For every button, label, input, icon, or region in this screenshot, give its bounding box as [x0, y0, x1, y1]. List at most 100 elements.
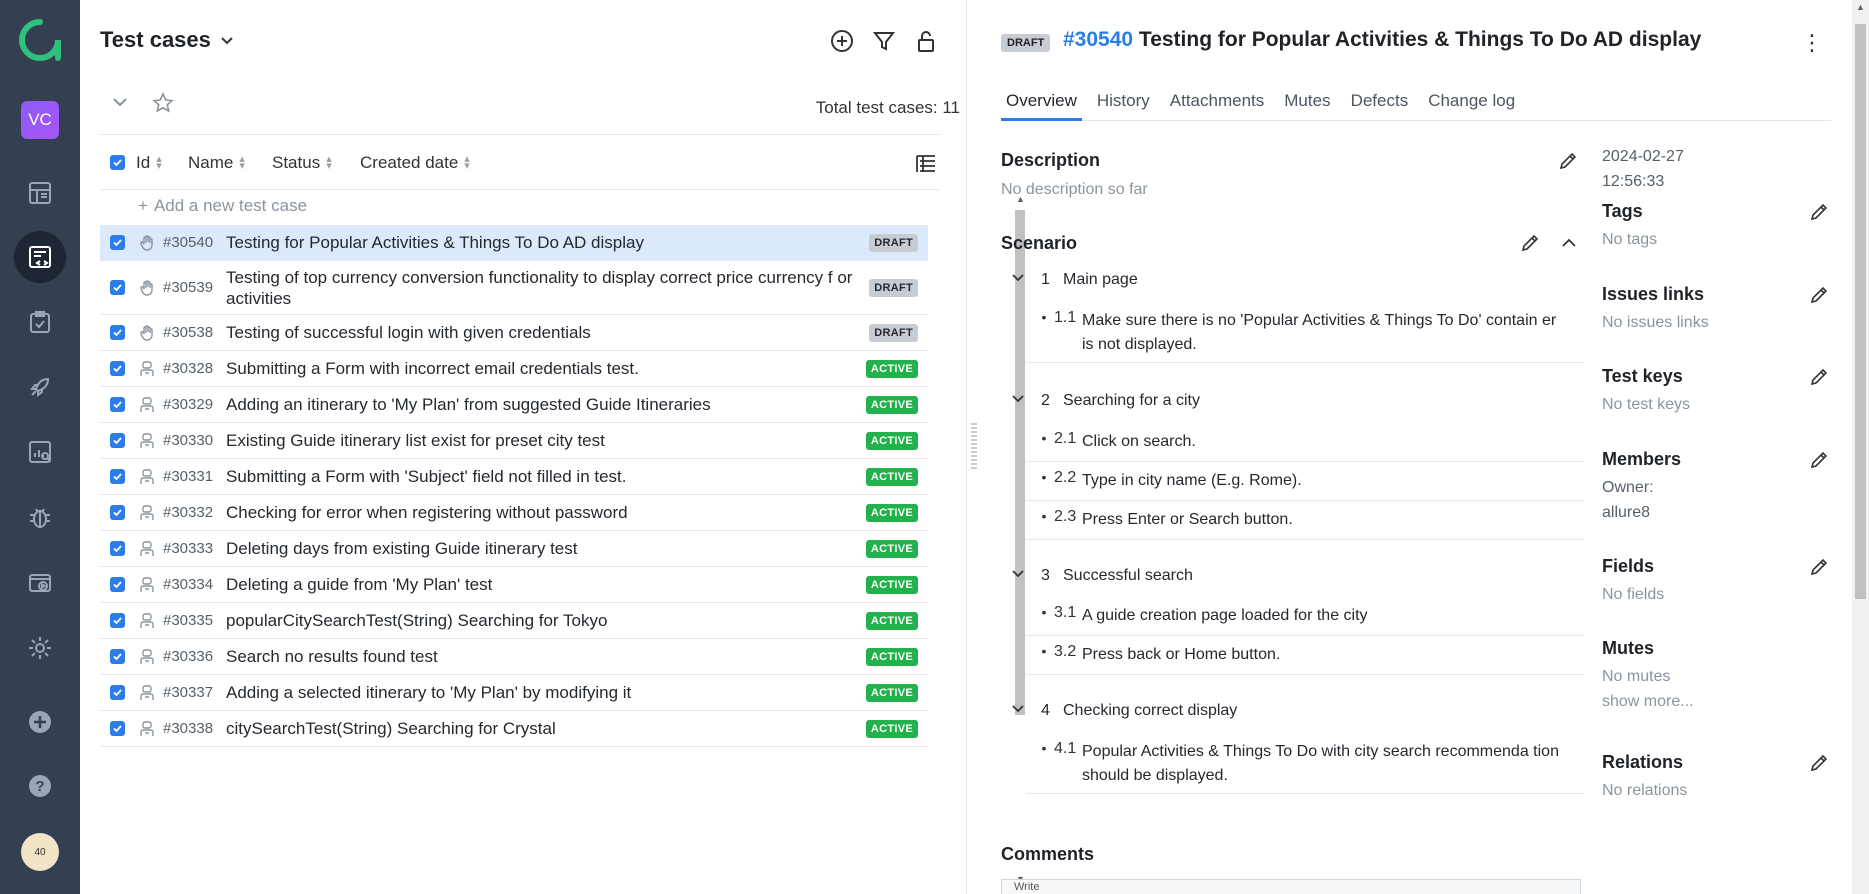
- sub-step[interactable]: • 2.3 Press Enter or Search button.: [1026, 502, 1584, 540]
- row-checkbox[interactable]: [110, 235, 125, 250]
- table-row[interactable]: #30338 citySearchTest(String) Searching f…: [100, 711, 928, 747]
- tab-mutes[interactable]: Mutes: [1279, 88, 1335, 121]
- help-icon[interactable]: ?: [14, 760, 66, 812]
- chevron-down-icon: [221, 37, 233, 45]
- tab-history[interactable]: History: [1092, 88, 1155, 121]
- add-circle-icon[interactable]: [829, 28, 855, 54]
- star-icon[interactable]: [152, 92, 174, 114]
- tab-defects[interactable]: Defects: [1346, 88, 1414, 121]
- tree-view-icon[interactable]: [914, 152, 938, 176]
- settings-icon[interactable]: [14, 622, 66, 674]
- collapse-scenario-icon[interactable]: [1559, 233, 1579, 253]
- edit-issues-icon[interactable]: [1809, 285, 1829, 305]
- row-checkbox[interactable]: [110, 280, 125, 295]
- scenario-step[interactable]: 3 Successful search: [1011, 566, 1193, 585]
- chevron-down-icon[interactable]: [1011, 391, 1027, 410]
- table-row[interactable]: #30328 Submitting a Form with incorrect e…: [100, 351, 928, 387]
- page-scroll-up-icon[interactable]: ▲: [1856, 2, 1865, 12]
- table-row[interactable]: #30539 Testing of top currency conversion…: [100, 261, 928, 315]
- list-title: Test cases: [100, 27, 211, 52]
- table-row[interactable]: #30331 Submitting a Form with 'Subject' f…: [100, 459, 928, 495]
- edit-relations-icon[interactable]: [1809, 753, 1829, 773]
- row-checkbox[interactable]: [110, 469, 125, 484]
- row-status-badge: ACTIVE: [865, 719, 918, 738]
- table-row[interactable]: #30335 popularCitySearchTest(String) Sear…: [100, 603, 928, 639]
- tab-overview[interactable]: Overview: [1001, 88, 1082, 121]
- page-scrollbar-thumb[interactable]: [1855, 24, 1866, 599]
- table-row[interactable]: #30337 Adding a selected itinerary to 'My…: [100, 675, 928, 711]
- analytics-icon[interactable]: [14, 426, 66, 478]
- expand-chevron-icon[interactable]: [110, 92, 130, 112]
- test-cases-icon[interactable]: [14, 231, 66, 283]
- page-scrollbar[interactable]: ▲: [1852, 0, 1869, 894]
- sort-icon: ▴ ▾: [156, 153, 162, 172]
- list-title-dropdown[interactable]: Test cases: [100, 27, 235, 53]
- jobs-icon[interactable]: [14, 557, 66, 609]
- edit-keys-icon[interactable]: [1809, 367, 1829, 387]
- user-avatar[interactable]: 40: [21, 833, 59, 871]
- column-created[interactable]: Created date ▴ ▾: [360, 153, 470, 173]
- edit-scenario-icon[interactable]: [1520, 233, 1540, 253]
- comment-editor[interactable]: Write: [1001, 879, 1581, 894]
- row-id: #30329: [163, 396, 214, 413]
- allure-logo[interactable]: [18, 18, 62, 62]
- column-status[interactable]: Status ▴ ▾: [272, 153, 332, 173]
- edit-description-icon[interactable]: [1558, 151, 1578, 171]
- mutes-show-more[interactable]: show more...: [1602, 693, 1694, 711]
- scenario-step[interactable]: 1 Main page: [1011, 270, 1138, 289]
- sub-step[interactable]: • 4.1 Popular Activities & Things To Do wi…: [1026, 734, 1584, 794]
- sub-step[interactable]: • 2.1 Click on search.: [1026, 424, 1584, 462]
- scenario-step[interactable]: 4 Checking correct display: [1011, 701, 1237, 720]
- row-checkbox[interactable]: [110, 649, 125, 664]
- comment-write-tab[interactable]: Write: [1014, 881, 1039, 893]
- resize-handle[interactable]: [971, 423, 977, 471]
- edit-fields-icon[interactable]: [1809, 557, 1829, 577]
- column-id-label: Id: [136, 153, 151, 172]
- bullet-icon: •: [1041, 508, 1047, 524]
- test-plans-icon[interactable]: [14, 296, 66, 348]
- row-checkbox[interactable]: [110, 361, 125, 376]
- filter-icon[interactable]: [871, 28, 897, 54]
- sub-step[interactable]: • 3.2 Press back or Home button.: [1026, 637, 1584, 675]
- chevron-down-icon[interactable]: [1011, 701, 1027, 720]
- edit-members-icon[interactable]: [1809, 450, 1829, 470]
- table-row[interactable]: #30336 Search no results found test ACTIVE: [100, 639, 928, 675]
- add-icon[interactable]: [14, 696, 66, 748]
- row-checkbox[interactable]: [110, 541, 125, 556]
- row-checkbox[interactable]: [110, 613, 125, 628]
- table-row[interactable]: #30332 Checking for error when registerin…: [100, 495, 928, 531]
- table-row[interactable]: #30329 Adding an itinerary to 'My Plan' f…: [100, 387, 928, 423]
- project-avatar[interactable]: VC: [21, 101, 59, 139]
- table-row[interactable]: #30333 Deleting days from existing Guide …: [100, 531, 928, 567]
- column-id[interactable]: Id ▴ ▾: [136, 153, 162, 173]
- column-name[interactable]: Name ▴ ▾: [188, 153, 245, 173]
- table-row[interactable]: #30538 Testing of successful login with g…: [100, 315, 928, 351]
- row-checkbox[interactable]: [110, 505, 125, 520]
- row-name: citySearchTest(String) Searching for Cry…: [226, 719, 556, 738]
- chevron-down-icon[interactable]: [1011, 270, 1027, 289]
- tab-change-log[interactable]: Change log: [1423, 88, 1520, 121]
- sub-step[interactable]: • 2.2 Type in city name (E.g. Rome).: [1026, 463, 1584, 501]
- sub-step[interactable]: • 1.1 Make sure there is no 'Popular Activ…: [1026, 303, 1584, 363]
- row-checkbox[interactable]: [110, 433, 125, 448]
- unlock-icon[interactable]: [913, 28, 939, 54]
- tab-attachments[interactable]: Attachments: [1165, 88, 1270, 121]
- scenario-step[interactable]: 2 Searching for a city: [1011, 391, 1200, 410]
- dashboard-icon[interactable]: [14, 167, 66, 219]
- sub-step[interactable]: • 3.1 A guide creation page loaded for the…: [1026, 598, 1584, 636]
- row-checkbox[interactable]: [110, 325, 125, 340]
- row-name: Search no results found test: [226, 647, 438, 666]
- chevron-down-icon[interactable]: [1011, 566, 1027, 585]
- table-row[interactable]: #30334 Deleting a guide from 'My Plan' te…: [100, 567, 928, 603]
- select-all-checkbox[interactable]: [110, 155, 125, 170]
- row-checkbox[interactable]: [110, 577, 125, 592]
- row-checkbox[interactable]: [110, 685, 125, 700]
- edit-tags-icon[interactable]: [1809, 202, 1829, 222]
- table-row[interactable]: #30540 Testing for Popular Activities & T…: [100, 225, 928, 261]
- row-checkbox[interactable]: [110, 397, 125, 412]
- table-row[interactable]: #30330 Existing Guide itinerary list exis…: [100, 423, 928, 459]
- row-checkbox[interactable]: [110, 721, 125, 736]
- add-test-case-input[interactable]: + Add a new test case: [138, 196, 307, 216]
- defects-icon[interactable]: [14, 491, 66, 543]
- launches-icon[interactable]: [14, 361, 66, 413]
